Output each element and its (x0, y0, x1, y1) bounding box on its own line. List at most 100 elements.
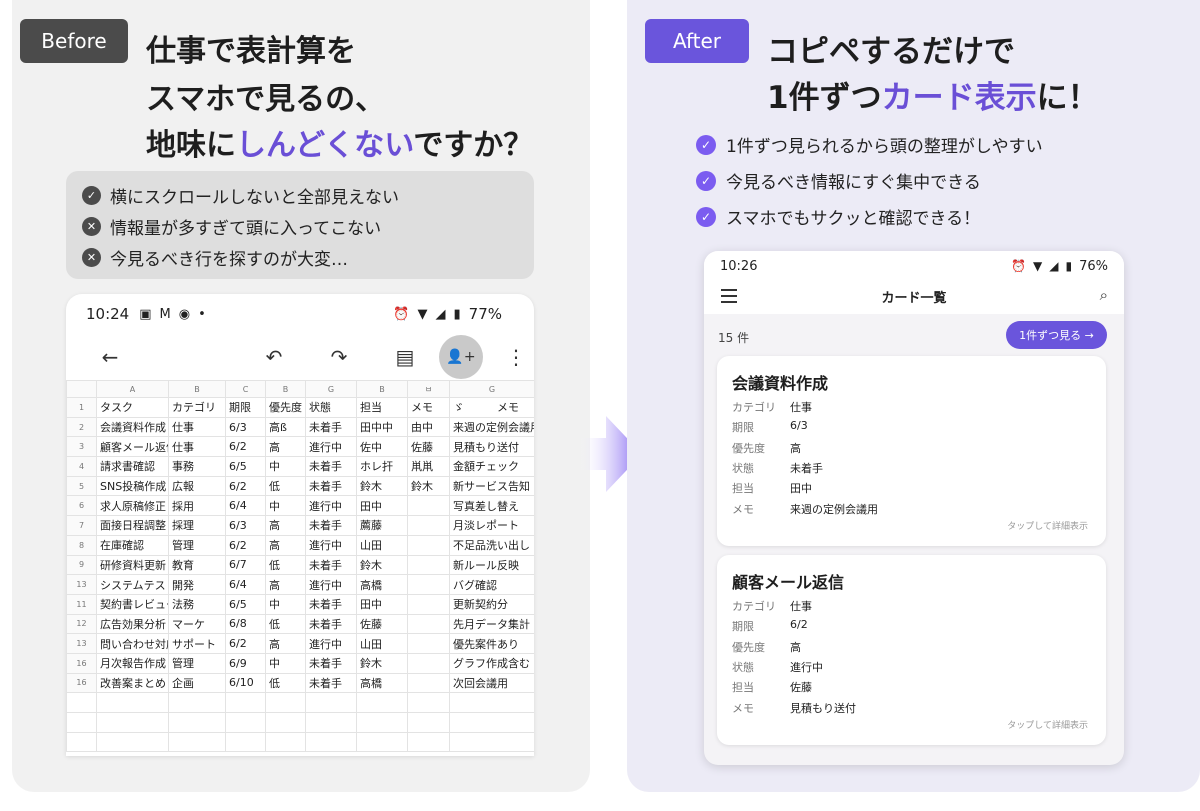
sheet-cell[interactable]: 担当 (356, 397, 408, 418)
sheet-cell[interactable]: カテゴリ (168, 397, 226, 418)
sheet-cell[interactable]: 顧客メール返信 (96, 436, 169, 458)
sheet-cell[interactable] (407, 554, 450, 576)
empty-cell[interactable] (407, 692, 450, 713)
empty-cell[interactable] (66, 731, 97, 753)
row-number[interactable]: 4 (66, 456, 97, 477)
empty-cell[interactable] (265, 731, 306, 753)
sheet-cell[interactable]: メモ (407, 397, 450, 418)
sheet-cell[interactable]: 不足品洗い出し (449, 534, 534, 556)
sheet-cell[interactable]: 仕事 (168, 416, 226, 438)
view-one-by-one-button[interactable]: 1件ずつ見る → (1006, 321, 1107, 349)
sheet-cell[interactable]: 6/2 (225, 475, 266, 497)
sheet-cell[interactable]: 問い合わせ対応 (96, 633, 169, 654)
sheet-cell[interactable]: 山田 (356, 633, 408, 654)
empty-cell[interactable] (225, 731, 266, 753)
row-number[interactable]: 3 (66, 436, 97, 458)
sheet-cell[interactable]: 鈴木 (356, 652, 408, 674)
empty-cell[interactable] (168, 731, 226, 753)
sheet-cell[interactable]: 6/3 (225, 416, 266, 438)
sheet-cell[interactable]: 6/5 (225, 593, 266, 615)
sheet-cell[interactable]: 教育 (168, 554, 226, 576)
empty-cell[interactable] (305, 731, 357, 753)
sheet-cell[interactable] (407, 652, 450, 674)
search-icon[interactable]: ⌕ (1100, 286, 1108, 304)
sheet-cell[interactable]: 管理 (168, 652, 226, 674)
column-letter[interactable]: B (356, 380, 408, 398)
sheet-cell[interactable]: 低 (265, 554, 306, 576)
row-number[interactable]: 13 (66, 633, 97, 654)
sheet-cell[interactable]: 6/8 (225, 613, 266, 635)
sheet-cell[interactable]: 月次報告作成 (96, 652, 169, 674)
row-number[interactable]: 11 (66, 593, 97, 615)
sheet-cell[interactable] (407, 672, 450, 694)
sheet-cell[interactable]: 企画 (168, 672, 226, 694)
sheet-cell[interactable]: 中 (265, 495, 306, 517)
undo-icon[interactable]: ↶ (255, 338, 293, 376)
row-number[interactable]: 9 (66, 554, 97, 576)
sheet-cell[interactable]: 研修資料更新 (96, 554, 169, 576)
column-letter[interactable]: B (168, 380, 226, 398)
sheet-cell[interactable]: 進行中 (305, 436, 357, 458)
sheet-cell[interactable]: 優先案件あり (449, 633, 534, 654)
sheet-cell[interactable]: 低 (265, 613, 306, 635)
sheet-cell[interactable]: 次回会議用 (449, 672, 534, 694)
sheet-cell[interactable] (407, 593, 450, 615)
sheet-cell[interactable]: 6/3 (225, 515, 266, 536)
sheet-cell[interactable]: 高 (265, 515, 306, 536)
sheet-cell[interactable]: 来週の定例会議用 (449, 416, 534, 438)
sheet-cell[interactable]: 更新契約分 (449, 593, 534, 615)
sheet-cell[interactable] (407, 574, 450, 595)
sheet-cell[interactable]: 採用 (168, 495, 226, 517)
column-letter[interactable]: B (265, 380, 306, 398)
sheet-cell[interactable]: SNS投稿作成 (96, 475, 169, 497)
add-person-icon[interactable]: 👤+ (439, 335, 483, 379)
sheet-cell[interactable]: 未着手 (305, 456, 357, 477)
empty-cell[interactable] (168, 692, 226, 713)
sheet-cell[interactable]: 鈴木 (356, 554, 408, 576)
sheet-cell[interactable]: 改善案まとめ (96, 672, 169, 694)
sheet-cell[interactable]: 見積もり送付 (449, 436, 534, 458)
sheet-cell[interactable]: 未着手 (305, 593, 357, 615)
empty-cell[interactable] (66, 692, 97, 713)
empty-cell[interactable] (356, 692, 408, 713)
empty-cell[interactable] (96, 712, 169, 733)
sheet-cell[interactable]: 6/5 (225, 456, 266, 477)
sheet-cell[interactable]: 事務 (168, 456, 226, 477)
row-number[interactable]: 13 (66, 574, 97, 595)
sheet-cell[interactable]: 高 (265, 574, 306, 595)
sheet-cell[interactable]: 山田 (356, 534, 408, 556)
sheet-cell[interactable]: 6/2 (225, 534, 266, 556)
sheet-cell[interactable]: 未着手 (305, 652, 357, 674)
sheet-cell[interactable]: 採理 (168, 515, 226, 536)
sheet-cell[interactable]: システムテスト (96, 574, 169, 595)
sheet-cell[interactable]: 高橋 (356, 672, 408, 694)
record-card[interactable]: 会議資料作成 カテゴリ 仕事 期限 6/3 優先度 高状態 未着手 担当 田中 メモ 来週の定例会議用… (717, 356, 1106, 546)
empty-cell[interactable] (225, 712, 266, 733)
sheet-cell[interactable]: 状態 (305, 397, 357, 418)
empty-cell[interactable] (168, 712, 226, 733)
column-letter[interactable]: G (449, 380, 534, 398)
sheet-cell[interactable]: 金額チェック (449, 456, 534, 477)
sheet-cell[interactable]: 未着手 (305, 672, 357, 694)
empty-cell[interactable] (407, 712, 450, 733)
sheet-cell[interactable]: 仕事 (168, 436, 226, 458)
sheet-cell[interactable]: マーケ (168, 613, 226, 635)
sheet-cell[interactable]: 管理 (168, 534, 226, 556)
sheet-cell[interactable]: 広告効果分析 (96, 613, 169, 635)
sheet-cell[interactable]: 月淡レポート (449, 515, 534, 536)
empty-cell[interactable] (449, 712, 534, 733)
sheet-cell[interactable]: 進行中 (305, 495, 357, 517)
sheet-cell[interactable]: 高橋 (356, 574, 408, 595)
sheet-cell[interactable]: 高ß (265, 416, 306, 438)
sheet-cell[interactable]: 中 (265, 593, 306, 615)
more-vert-icon[interactable]: ⋮ (497, 338, 534, 376)
sheet-cell[interactable]: 新サービス告知 (449, 475, 534, 497)
sheet-cell[interactable]: 未着手 (305, 613, 357, 635)
sheet-cell[interactable] (407, 633, 450, 654)
sheet-cell[interactable]: 面接日程調整 (96, 515, 169, 536)
sheet-cell[interactable]: 進行中 (305, 534, 357, 556)
sheet-cell[interactable]: 鼡鼡 (407, 456, 450, 477)
empty-cell[interactable] (265, 692, 306, 713)
sheet-cell[interactable]: 6/2 (225, 436, 266, 458)
sheet-cell[interactable]: 在庫確認 (96, 534, 169, 556)
